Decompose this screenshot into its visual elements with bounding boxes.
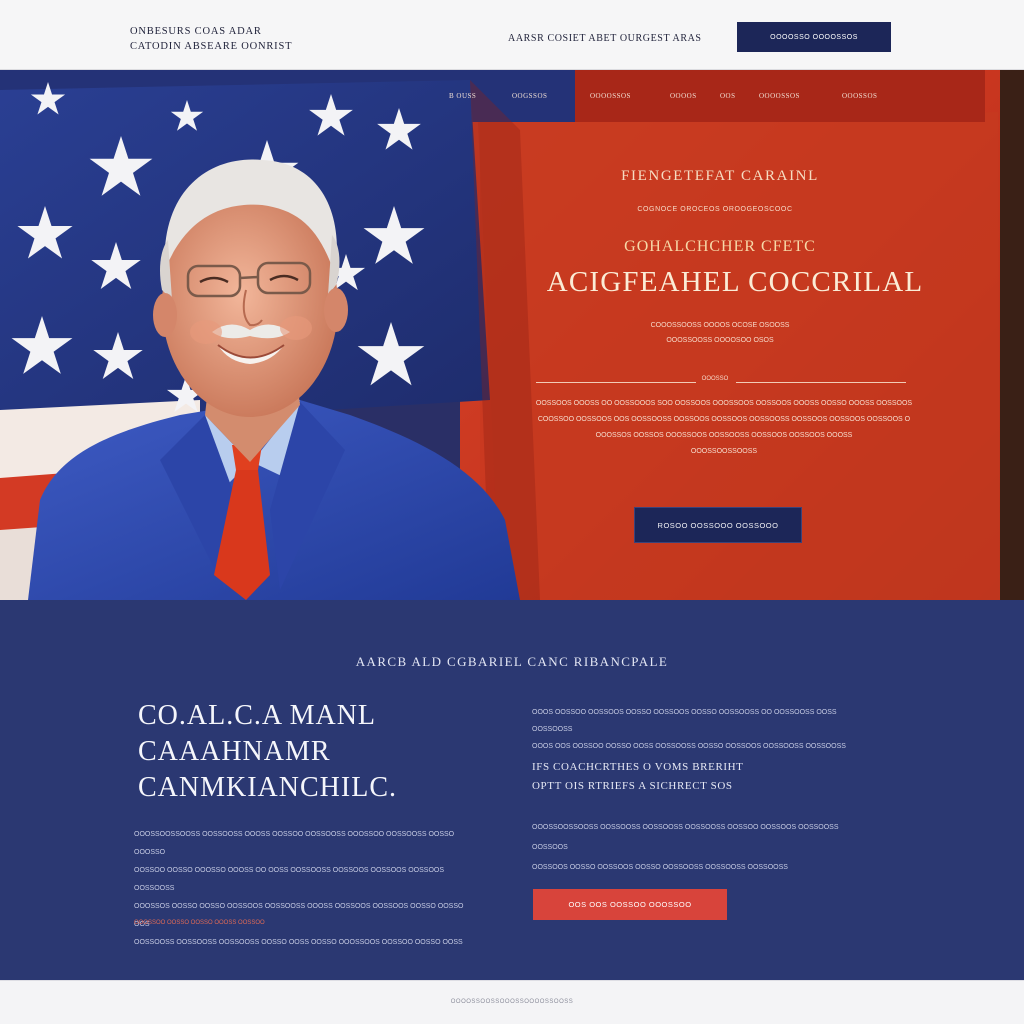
hero-kicker: FIENGETEFAT CARAINL [621, 168, 819, 184]
section-title-line: CAAAHNAMR [138, 736, 331, 767]
hero-body-line: OOSSOOS OOOSS OO OOSSOOOS SOO OOSSOOS OO… [535, 400, 913, 407]
hero-body-line: OOOSSOOSSOOSS [690, 448, 758, 455]
hero-note: COOOSSOOSS OOOOS OCOSE OSOOSS OOOSSOOSS … [600, 318, 840, 348]
section-cta-button[interactable]: OOS OOS OOSSOO OOOSSOO [533, 889, 727, 920]
hero-nav-item[interactable]: OOGSSOS [512, 92, 547, 106]
hero-nav-item[interactable]: OOOOS [670, 92, 697, 106]
site-header: ONBESURS COAS ADAR CATODIN ABSEARE OONRI… [0, 0, 1024, 70]
hero-body-line: COOSSOO OOSSOOS OOS OOSSOOSS OOSSOOS OOS… [537, 416, 911, 423]
hero-nav-item[interactable]: B OUSS [449, 92, 476, 106]
hero-body-line: OOOSSOS OOSSOS OOOSSOOS OOSSOOSS OOSSOOS… [595, 432, 853, 439]
section-title: CO.AL.C.A MANL CAAAHNAMR CANMKIANCHILC. [138, 698, 498, 806]
hero-title: ACIGFEAHEL COCCRILAL [546, 266, 924, 298]
hero-cta-button[interactable]: ROSOO OOSSOOO OOSSOOO [634, 507, 802, 543]
hero-note-line: COOOSSOOSS OOOOS OCOSE OSOOSS [650, 322, 790, 329]
hero-note-line: OOOSSOOSS OOOOSOO OSOS [666, 337, 774, 344]
section-left-link[interactable]: OOOSSOO OOSSO OOSSO OOOSS OOSSOO [134, 920, 294, 926]
subheading-line: OPTT OIS RTRIEFS A SICHRECT SOS [532, 780, 733, 792]
right-text-line: OOSSOOS OOSSO OOSSOOS OOSSO OOSSOOSS OOS… [532, 864, 788, 871]
footer-text: OOOOSSOOSSOOOSSOOOOSSOOSS [450, 999, 574, 1005]
hero-nav-item[interactable]: OOOOSSOS [759, 92, 800, 106]
hero-nav-item[interactable]: OOOOSSOS [590, 92, 631, 106]
left-text-line: OOSSOOSS OOSSOOSS OOSSOOSS OOSSO OOSS OO… [134, 939, 463, 946]
right-text-line: OOOS OOS OOSSOO OOSSO OOSS OOSSOOSS OOSS… [532, 743, 846, 750]
header-cta-button[interactable]: OOOOSSO OOOOSSOS [737, 22, 891, 52]
left-text-line: OOOSSOOSSOOSS OOSSOOSS OOOSS OOSSOO OOSS… [134, 831, 455, 856]
section-kicker: AARCB ALD CGBARIEL CANC RIBANCPALE [355, 654, 669, 669]
brand-line-1: ONBESURS COAS ADAR [130, 26, 262, 37]
left-text-line: OOOSSOS OOSSO OOSSO OOSSOOS OOSSOOSS OOO… [134, 903, 464, 928]
about-section: AARCB ALD CGBARIEL CANC RIBANCPALE CO.AL… [0, 600, 1024, 980]
right-text-line: OOOSSOOSSOOSS OOSSOOSS OOSSOOSS OOSSOOSS… [532, 824, 839, 851]
hero-body-text: OOSSOOS OOOSS OO OOSSOOOS SOO OOSSOOS OO… [528, 396, 920, 460]
section-left-text: OOOSSOOSSOOSS OOSSOOSS OOOSS OOSSOO OOSS… [134, 826, 464, 952]
top-navigation[interactable]: AARSR COSIET ABET OURGEST ARAS [508, 33, 702, 44]
section-right-text: OOOS OOSSOO OOSSOOS OOSSO OOSSOOS OOSSO … [532, 704, 872, 755]
hero-divider [536, 382, 696, 383]
section-title-line: CANMKIANCHILC. [138, 772, 397, 803]
site-footer: OOOOSSOOSSOOOSSOOOOSSOOSS [0, 980, 1024, 1024]
left-text-line: OOSSOO OOSSO OOOSSO OOOSS OO OOSS OOSSOO… [134, 867, 445, 892]
section-title-line: CO.AL.C.A MANL [138, 700, 377, 731]
hero-eyebrow: COGNOCE OROCEOS OROOGEOSCOOC [637, 206, 793, 213]
hero-divider-label: OOOSSO [701, 376, 729, 382]
hero-nav-item[interactable]: OOS [720, 92, 736, 106]
hero-nav-item[interactable]: OOOSSOS [842, 92, 877, 106]
brand-line-2: CATODIN ABSEARE OONRIST [130, 41, 293, 52]
hero-subtitle: GOHALCHCHER CFETC [624, 238, 816, 255]
hero-background [0, 70, 1024, 600]
section-subheading: IFS COACHCRTHES O VOMS BRERIHT OPTT OIS … [532, 758, 852, 796]
brand-logo[interactable]: ONBESURS COAS ADAR CATODIN ABSEARE OONRI… [130, 24, 330, 54]
hero-section: B OUSS OOGSSOS OOOOSSOS OOOOS OOS OOOOSS… [0, 70, 1024, 600]
subheading-line: IFS COACHCRTHES O VOMS BRERIHT [532, 761, 744, 773]
section-right-text-2: OOOSSOOSSOOSS OOSSOOSS OOSSOOSS OOSSOOSS… [532, 818, 872, 878]
hero-divider [736, 382, 906, 383]
right-text-line: OOOS OOSSOO OOSSOOS OOSSO OOSSOOS OOSSO … [532, 709, 837, 733]
